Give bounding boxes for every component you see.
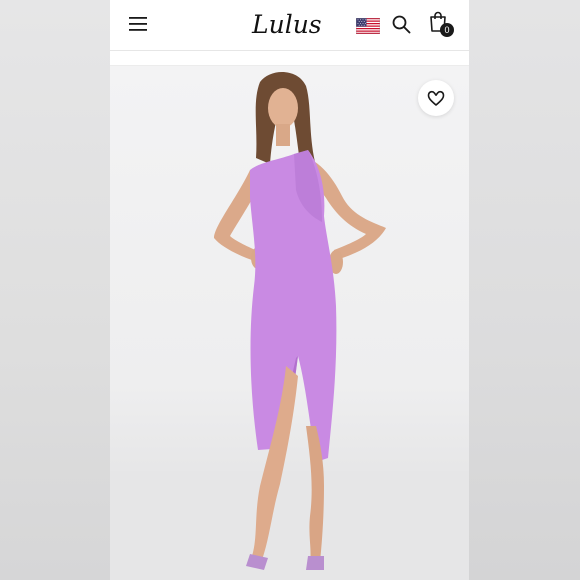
blurred-right-margin xyxy=(469,0,580,580)
model-in-dress-illustration xyxy=(110,71,469,580)
shopping-bag-button[interactable]: 0 xyxy=(428,11,456,39)
brand-name: Lulus xyxy=(251,10,322,39)
hamburger-menu-icon[interactable] xyxy=(128,15,148,33)
site-header: Lulus 0 xyxy=(110,0,469,51)
blurred-left-margin xyxy=(0,0,110,580)
wishlist-button[interactable] xyxy=(418,80,454,116)
heart-icon xyxy=(427,90,445,106)
bag-count-badge: 0 xyxy=(440,23,454,37)
product-image[interactable] xyxy=(110,66,469,580)
mobile-screen: Lulus 0 xyxy=(110,0,469,580)
lulus-logo[interactable]: Lulus xyxy=(250,6,330,42)
us-flag-icon[interactable] xyxy=(356,18,380,34)
search-icon[interactable] xyxy=(391,14,411,34)
header-divider-strip xyxy=(110,51,469,66)
